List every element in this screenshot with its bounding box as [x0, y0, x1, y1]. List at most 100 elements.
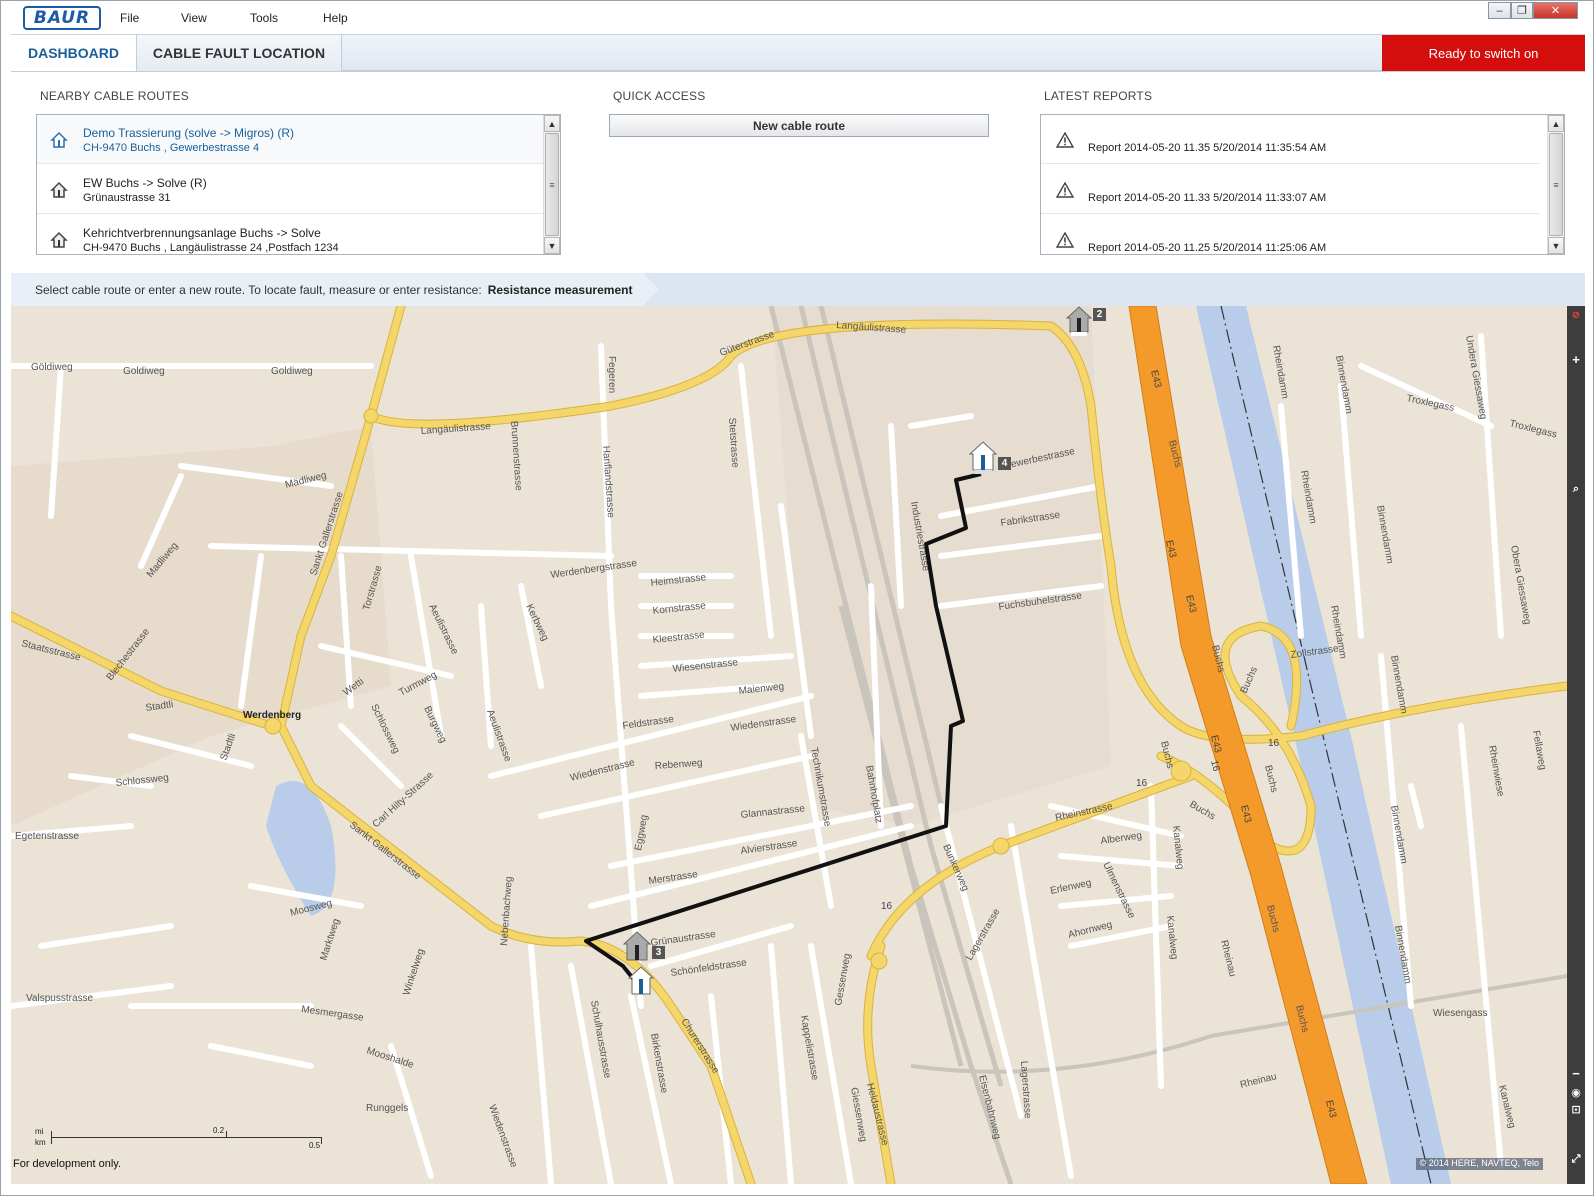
scroll-up-icon[interactable]: ▲ [1548, 115, 1564, 132]
svg-text:Fegeren: Fegeren [606, 356, 617, 393]
svg-text:Goldiweg: Goldiweg [123, 366, 165, 377]
scale-mi-label: mi [35, 1127, 44, 1136]
route-start-marker[interactable] [628, 966, 654, 1000]
menu-tools[interactable]: Tools [250, 11, 278, 25]
development-note: For development only. [13, 1158, 122, 1170]
svg-text:Egetenstrasse: Egetenstrasse [15, 831, 79, 842]
tab-cable-fault-location[interactable]: CABLE FAULT LOCATION [137, 35, 342, 71]
map-view[interactable]: Göldiweg Goldiweg Goldiweg Langäulistras… [11, 306, 1567, 1184]
report-item[interactable]: Report 2014-05-20 11.33 5/20/2014 11:33:… [1041, 165, 1539, 214]
route-name: Demo Trassierung (solve -> Migros) (R) [83, 126, 295, 140]
route-address: CH-9470 Buchs , Langäulistrasse 24 ,Post… [83, 242, 339, 254]
instruction-text: Select cable route or enter a new route.… [35, 283, 632, 297]
map-toolbar: ⊘ + ⌕ − ◉ ⊡ ⤢ [1567, 306, 1585, 1184]
house-icon [1066, 306, 1092, 336]
menu-help[interactable]: Help [323, 11, 348, 25]
scale-line [51, 1137, 321, 1138]
marker-badge: 4 [998, 457, 1011, 470]
latest-reports-title: LATEST REPORTS [1044, 89, 1153, 103]
title-bar: BAUR File View Tools Help – ❐ ✕ [1, 1, 1593, 33]
report-item[interactable]: Report 2014-05-20 11.35 5/20/2014 11:35:… [1041, 115, 1539, 164]
warning-icon [1056, 182, 1074, 198]
route-name: EW Buchs -> Solve (R) [83, 176, 207, 190]
fault-marker-3[interactable]: 3 [623, 931, 665, 965]
house-icon [623, 931, 651, 961]
svg-text:Runggels: Runggels [366, 1103, 408, 1114]
route-item[interactable]: Kehrichtverbrennungsanlage Buchs -> Solv… [37, 215, 543, 254]
maximize-button[interactable]: ❐ [1511, 2, 1533, 19]
nearby-routes-title: NEARBY CABLE ROUTES [40, 89, 189, 103]
status-text: Ready to switch on [1428, 45, 1539, 61]
scroll-down-icon[interactable]: ▼ [1548, 237, 1564, 254]
quick-access-title: QUICK ACCESS [613, 89, 706, 103]
instruction-bar: Select cable route or enter a new route.… [11, 273, 1585, 306]
main-tab-bar: DASHBOARD CABLE FAULT LOCATION Ready to … [11, 34, 1585, 72]
svg-text:16: 16 [1268, 738, 1280, 749]
fault-marker-2[interactable]: 2 [1066, 306, 1106, 336]
menu-view[interactable]: View [181, 11, 207, 25]
cable-route-icon [50, 181, 68, 198]
baur-logo: BAUR [23, 6, 101, 30]
scale-tick [321, 1137, 322, 1144]
svg-text:Wiesengass: Wiesengass [1433, 1008, 1487, 1019]
scroll-down-icon[interactable]: ▼ [544, 237, 560, 254]
marker-badge: 3 [652, 946, 665, 959]
scale-tick [226, 1131, 227, 1137]
svg-text:Werdenberg: Werdenberg [243, 710, 301, 721]
scale-tick [51, 1131, 52, 1144]
scroll-up-icon[interactable]: ▲ [544, 115, 560, 132]
nearby-routes-list[interactable]: Demo Trassierung (solve -> Migros) (R) C… [36, 114, 561, 255]
locate-icon[interactable]: ◉ [1569, 1085, 1583, 1099]
svg-text:16: 16 [881, 901, 893, 912]
report-label: Report 2014-05-20 11.25 5/20/2014 11:25:… [1088, 242, 1327, 254]
status-indicator: Ready to switch on [1382, 35, 1585, 71]
zoom-in-icon[interactable]: + [1569, 352, 1583, 367]
svg-text:Göldiweg: Göldiweg [31, 362, 73, 373]
resistance-measurement-link[interactable]: Resistance measurement [488, 283, 633, 297]
marker-badge: 2 [1093, 308, 1106, 321]
instruction-message: Select cable route or enter a new route.… [35, 283, 482, 297]
menu-file[interactable]: File [120, 11, 139, 25]
search-icon[interactable]: ⌕ [1569, 482, 1583, 496]
tab-cable-fault-location-label: CABLE FAULT LOCATION [152, 45, 326, 61]
scroll-thumb[interactable]: ≡ [1549, 133, 1563, 236]
scale-mi-value: 0.2 [213, 1126, 225, 1135]
tab-dashboard[interactable]: DASHBOARD [11, 35, 137, 71]
route-item[interactable]: Demo Trassierung (solve -> Migros) (R) C… [37, 115, 543, 164]
route-item[interactable]: EW Buchs -> Solve (R) Grünaustrasse 31 [37, 165, 543, 214]
house-icon [969, 441, 997, 474]
instruction-breadcrumb: Select cable route or enter a new route.… [11, 273, 659, 306]
scroll-thumb[interactable]: ≡ [545, 133, 559, 236]
map-settings-icon[interactable]: ⊘ [1569, 308, 1583, 322]
minimize-button[interactable]: – [1488, 2, 1511, 19]
report-label: Report 2014-05-20 11.33 5/20/2014 11:33:… [1088, 192, 1327, 204]
new-cable-route-button[interactable]: New cable route [609, 114, 989, 137]
app-window: BAUR File View Tools Help – ❐ ✕ DASHBOAR… [0, 0, 1594, 1196]
fault-marker-4[interactable]: 4 [969, 441, 1011, 475]
nearby-scrollbar[interactable]: ▲ ≡ ▼ [543, 115, 560, 254]
map-canvas[interactable]: Göldiweg Goldiweg Goldiweg Langäulistras… [11, 306, 1567, 1184]
fullscreen-icon[interactable]: ⤢ [1569, 1152, 1583, 1166]
route-address: CH-9470 Buchs , Gewerbestrasse 4 [83, 142, 260, 154]
svg-text:16: 16 [1136, 778, 1148, 789]
scale-km-value: 0.5 [309, 1141, 321, 1150]
scale-km-label: km [35, 1138, 46, 1147]
route-name: Kehrichtverbrennungsanlage Buchs -> Solv… [83, 226, 321, 240]
svg-text:Valspusstrasse: Valspusstrasse [26, 993, 94, 1004]
svg-text:Goldiweg: Goldiweg [271, 366, 313, 377]
logo-text: BAUR [33, 8, 91, 28]
warning-icon [1056, 132, 1074, 148]
report-item[interactable]: Report 2014-05-20 11.25 5/20/2014 11:25:… [1041, 215, 1539, 254]
warning-icon [1056, 232, 1074, 248]
zoom-out-icon[interactable]: − [1569, 1066, 1583, 1081]
reports-scrollbar[interactable]: ▲ ≡ ▼ [1547, 115, 1564, 254]
close-button[interactable]: ✕ [1533, 2, 1578, 19]
cable-route-icon [50, 131, 68, 148]
route-address: Grünaustrasse 31 [83, 192, 171, 204]
map-copyright: © 2014 HERE, NAVTEQ, Telo [1415, 1158, 1543, 1170]
reports-list[interactable]: Report 2014-05-20 11.35 5/20/2014 11:35:… [1040, 114, 1565, 255]
center-icon[interactable]: ⊡ [1569, 1102, 1583, 1116]
tab-dashboard-label: DASHBOARD [28, 45, 119, 61]
cable-route-icon [50, 231, 68, 248]
house-icon [628, 966, 654, 995]
